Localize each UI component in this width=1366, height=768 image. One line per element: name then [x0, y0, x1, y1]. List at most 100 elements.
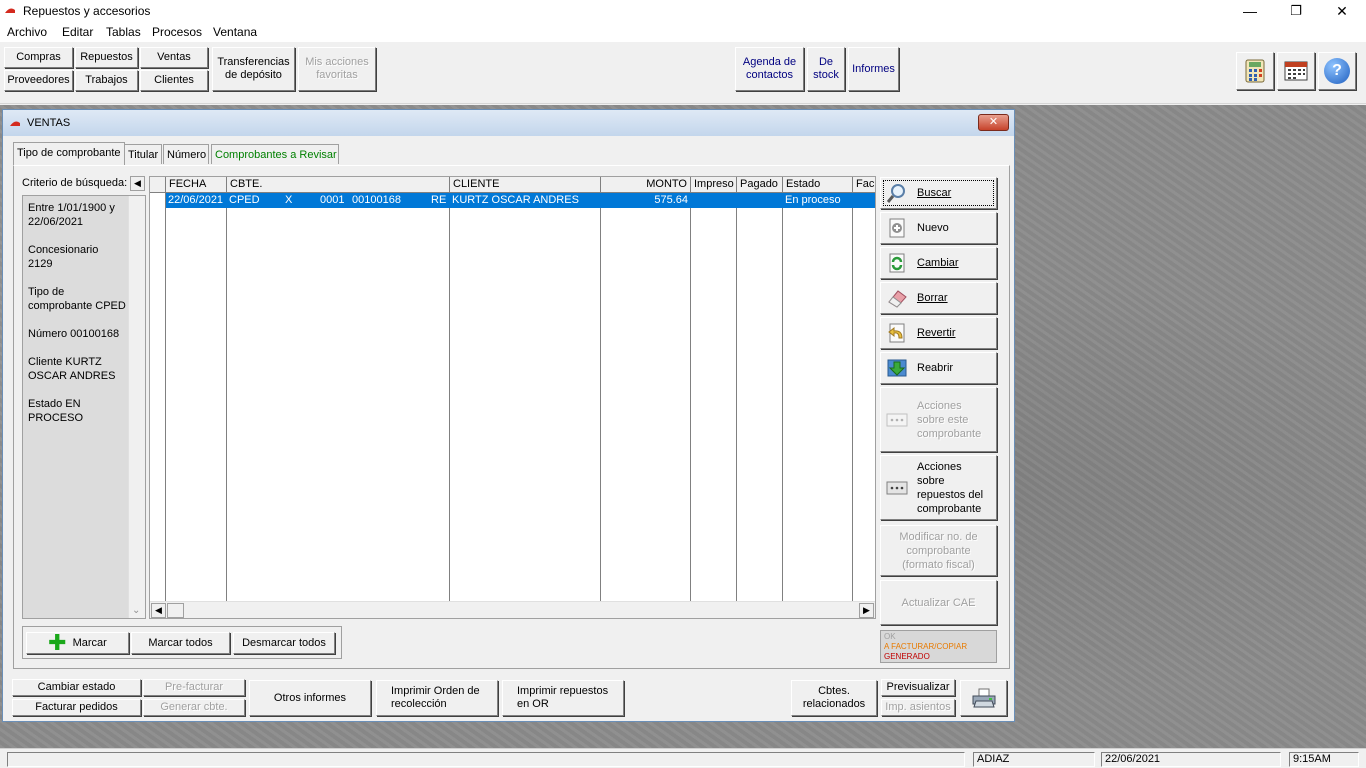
- otros-informes-button[interactable]: Otros informes: [249, 680, 371, 716]
- menu-tablas[interactable]: Tablas: [106, 25, 141, 39]
- cell-monto: 575.64: [654, 194, 688, 206]
- menu-bar: Archivo Editar Tablas Procesos Ventana: [0, 22, 1366, 42]
- buscar-button[interactable]: Buscar: [880, 177, 997, 209]
- transferencias-button[interactable]: Transferencias de depósito: [212, 47, 295, 91]
- window-title: Repuestos y accesorios: [23, 4, 151, 18]
- acciones-comprobante-button[interactable]: Acciones sobre este comprobante: [880, 387, 997, 452]
- informes-button[interactable]: Informes: [848, 47, 899, 91]
- imp-asientos-button[interactable]: Imp. asientos: [881, 699, 955, 716]
- magnifier-icon: [886, 184, 905, 203]
- proveedores-button[interactable]: Proveedores: [4, 70, 73, 91]
- legend-a-facturar: A FACTURAR/COPIAR: [884, 642, 968, 651]
- help-icon: ?: [1324, 58, 1350, 84]
- previsualizar-button[interactable]: Previsualizar: [881, 679, 955, 696]
- clientes-button[interactable]: Clientes: [140, 70, 208, 91]
- header-fecha[interactable]: FECHA: [166, 177, 227, 193]
- tab-titular[interactable]: Titular: [124, 144, 162, 164]
- criteria-scrollbar[interactable]: ⌄: [128, 196, 145, 618]
- cbtes-relacionados-button[interactable]: Cbtes. relacionados: [791, 680, 877, 716]
- calendar-button[interactable]: [1277, 52, 1315, 90]
- actualizar-cae-button[interactable]: Actualizar CAE: [880, 580, 997, 625]
- criteria-line: Tipo de: [28, 286, 65, 298]
- reabrir-button[interactable]: Reabrir: [880, 352, 997, 384]
- ventas-title-bar: VENTAS ✕: [3, 110, 1014, 136]
- marcar-todos-button[interactable]: Marcar todos: [131, 632, 230, 654]
- app-icon: [5, 8, 15, 13]
- menu-procesos[interactable]: Procesos: [152, 25, 202, 39]
- menu-editar[interactable]: Editar: [62, 25, 93, 39]
- cambiar-estado-button[interactable]: Cambiar estado: [12, 679, 141, 696]
- tab-comprobantes-revisar[interactable]: Comprobantes a Revisar: [211, 144, 339, 164]
- ventas-title: VENTAS: [27, 117, 71, 129]
- status-time: 9:15AM: [1289, 752, 1359, 767]
- status-bar: ADIAZ 22/06/2021 9:15AM: [0, 748, 1366, 768]
- calculator-button[interactable]: [1236, 52, 1274, 90]
- trabajos-button[interactable]: Trabajos: [75, 70, 138, 91]
- edit-refresh-icon: [889, 253, 905, 273]
- pre-facturar-button[interactable]: Pre-facturar: [143, 679, 245, 696]
- acciones-repuestos-button[interactable]: Acciones sobre repuestos del comprobante: [880, 455, 997, 520]
- criteria-line: Entre 1/01/1900 y: [28, 202, 115, 214]
- generar-cbte-button[interactable]: Generar cbte.: [143, 699, 245, 716]
- ventas-button[interactable]: Ventas: [140, 47, 208, 68]
- header-estado[interactable]: Estado: [783, 177, 853, 193]
- maximize-button[interactable]: ❐: [1273, 0, 1319, 22]
- criteria-line: 2129: [28, 258, 53, 270]
- mis-acciones-favoritas-button[interactable]: Mis acciones favoritas: [298, 47, 376, 91]
- cambiar-button[interactable]: Cambiar: [880, 247, 997, 279]
- criteria-box: Entre 1/01/1900 y 22/06/2021 Concesionar…: [22, 195, 146, 619]
- scroll-left-button[interactable]: ◀: [151, 603, 166, 618]
- title-bar: Repuestos y accesorios — ❐ ✕: [0, 0, 1366, 22]
- status-legend: OK A FACTURAR/COPIAR GENERADO: [880, 630, 997, 663]
- row-selector-header: [150, 177, 166, 193]
- criteria-label: Criterio de búsqueda:: [22, 177, 128, 189]
- menu-archivo[interactable]: Archivo: [7, 25, 47, 39]
- main-toolbar: Compras Repuestos Ventas Proveedores Tra…: [0, 42, 1366, 104]
- desmarcar-todos-button[interactable]: Desmarcar todos: [233, 632, 335, 654]
- facturar-pedidos-button[interactable]: Facturar pedidos: [12, 699, 141, 716]
- grid-horizontal-scrollbar[interactable]: ◀ ▶: [150, 601, 875, 618]
- repuestos-button[interactable]: Repuestos: [75, 47, 138, 68]
- criteria-line: Número 00100168: [28, 328, 120, 340]
- print-button[interactable]: [960, 680, 1007, 716]
- tab-numero[interactable]: Número: [163, 144, 209, 164]
- undo-icon: [888, 323, 905, 343]
- ventas-window-icon: [10, 121, 20, 126]
- scroll-thumb[interactable]: [167, 603, 184, 618]
- criteria-line: 22/06/2021: [28, 216, 84, 228]
- marcar-button[interactable]: ✚ Marcar: [26, 632, 129, 654]
- header-cliente[interactable]: CLIENTE: [450, 177, 601, 193]
- nuevo-button[interactable]: Nuevo: [880, 212, 997, 244]
- criteria-scroll-down[interactable]: ⌄: [132, 605, 140, 616]
- minimize-button[interactable]: —: [1227, 0, 1273, 22]
- tab-tipo-comprobante[interactable]: Tipo de comprobante: [13, 142, 125, 165]
- close-button[interactable]: ✕: [1319, 0, 1365, 22]
- help-button[interactable]: ?: [1318, 52, 1356, 90]
- scroll-right-button[interactable]: ▶: [859, 603, 874, 618]
- new-document-icon: [889, 218, 905, 238]
- cell-fecha: 22/06/2021: [168, 194, 224, 206]
- borrar-button[interactable]: Borrar: [880, 282, 997, 314]
- compras-button[interactable]: Compras: [4, 47, 73, 68]
- header-impreso[interactable]: Impreso: [691, 177, 737, 193]
- header-cbte[interactable]: CBTE.: [227, 177, 450, 193]
- criteria-line: Concesionario: [28, 244, 99, 256]
- header-monto[interactable]: MONTO: [601, 177, 691, 193]
- imprimir-orden-button[interactable]: Imprimir Orden de recolección: [376, 680, 498, 716]
- calculator-icon: [1245, 59, 1265, 83]
- ventas-grid[interactable]: FECHA CBTE. CLIENTE MONTO Impreso Pagado…: [149, 176, 876, 619]
- status-message-pane: [7, 752, 965, 767]
- header-fac[interactable]: Fac: [853, 177, 875, 193]
- legend-generado: GENERADO: [884, 652, 930, 661]
- imprimir-repuestos-button[interactable]: Imprimir repuestos en OR: [502, 680, 624, 716]
- revertir-button[interactable]: Revertir: [880, 317, 997, 349]
- criteria-collapse-button[interactable]: ◀: [130, 176, 145, 191]
- header-pagado[interactable]: Pagado: [737, 177, 783, 193]
- agenda-contactos-button[interactable]: Agenda de contactos: [735, 47, 804, 91]
- modificar-comprobante-button[interactable]: Modificar no. de comprobante (formato fisc…: [880, 525, 997, 576]
- de-stock-button[interactable]: De stock: [807, 47, 845, 91]
- cell-tipo: CPED: [229, 194, 260, 206]
- ventas-close-button[interactable]: ✕: [978, 114, 1009, 131]
- status-user: ADIAZ: [973, 752, 1095, 767]
- menu-ventana[interactable]: Ventana: [213, 25, 257, 39]
